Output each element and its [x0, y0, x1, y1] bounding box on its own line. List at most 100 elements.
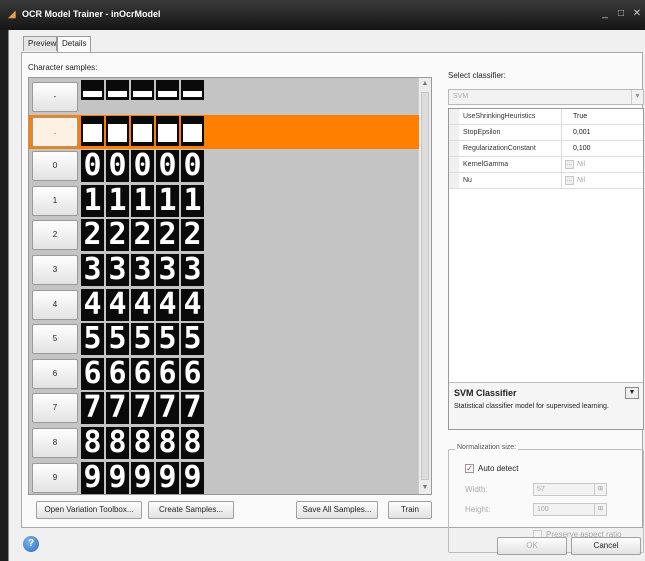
sample-row-button[interactable]: 7 — [32, 393, 78, 424]
character-sample-image[interactable]: 1 — [156, 184, 179, 217]
character-sample-image[interactable]: 8 — [131, 427, 154, 459]
character-sample-image[interactable]: 8 — [156, 427, 179, 459]
character-sample-image[interactable]: 1 — [131, 184, 154, 217]
character-sample-image[interactable]: 0 — [106, 150, 129, 183]
character-sample-image[interactable]: 3 — [156, 254, 179, 286]
samples-scrollbar[interactable]: ▲ ▼ — [418, 78, 431, 494]
sample-row[interactable]: 111111 — [29, 184, 419, 218]
character-sample-image[interactable]: 4 — [131, 288, 154, 321]
character-sample-image[interactable]: 4 — [106, 288, 129, 321]
sample-row[interactable]: . — [29, 114, 419, 149]
sample-row-button[interactable]: 0 — [32, 151, 78, 182]
character-sample-image[interactable]: 6 — [81, 357, 104, 390]
character-sample-image[interactable]: 8 — [181, 427, 204, 459]
character-sample-image[interactable]: 6 — [131, 357, 154, 390]
character-sample-image[interactable]: 2 — [81, 219, 104, 252]
ellipsis-icon[interactable]: … — [565, 176, 574, 185]
sample-row-button[interactable]: 6 — [32, 358, 78, 389]
character-sample-image[interactable] — [106, 80, 129, 100]
sample-row[interactable]: 555555 — [29, 322, 419, 356]
sample-row[interactable]: 444444 — [29, 288, 419, 322]
character-sample-image[interactable]: 4 — [156, 288, 179, 321]
character-sample-image[interactable]: 9 — [181, 461, 204, 494]
character-sample-image[interactable]: 4 — [81, 288, 104, 321]
minimize-button[interactable]: _ — [598, 7, 612, 21]
sample-row-button[interactable]: 9 — [32, 462, 78, 493]
character-sample-image[interactable]: 1 — [106, 184, 129, 217]
character-sample-image[interactable]: 6 — [106, 357, 129, 390]
character-sample-image[interactable] — [131, 80, 154, 100]
property-row[interactable]: UseShrinkingHeuristics True — [449, 109, 643, 125]
sample-row[interactable]: 333333 — [29, 253, 419, 287]
character-sample-image[interactable]: 3 — [181, 254, 204, 286]
sample-row-button[interactable]: 1 — [32, 185, 78, 216]
sample-row[interactable]: 999999 — [29, 461, 419, 494]
character-sample-image[interactable]: 8 — [106, 427, 129, 459]
maximize-button[interactable]: □ — [614, 7, 628, 21]
scroll-up-icon[interactable]: ▲ — [419, 78, 431, 90]
character-sample-image[interactable]: 3 — [131, 254, 154, 286]
character-samples-list[interactable]: ▲ ▼ -.0000001111112222223333334444445555… — [28, 77, 432, 495]
sample-row[interactable]: 000000 — [29, 149, 419, 183]
character-sample-image[interactable]: 9 — [131, 461, 154, 494]
character-sample-image[interactable]: 7 — [156, 392, 179, 425]
character-sample-image[interactable]: 5 — [181, 323, 204, 356]
property-row[interactable]: Nu … Nil — [449, 173, 643, 189]
character-sample-image[interactable]: 2 — [156, 219, 179, 252]
sample-row-button[interactable]: - — [32, 82, 78, 112]
character-sample-image[interactable] — [156, 115, 179, 146]
property-value[interactable]: Nil — [577, 161, 585, 168]
character-sample-image[interactable]: 3 — [106, 254, 129, 286]
tab-preview[interactable]: Preview — [23, 36, 57, 51]
save-all-samples-button[interactable]: Save All Samples... — [296, 501, 378, 519]
character-sample-image[interactable]: 5 — [131, 323, 154, 356]
sample-row[interactable]: - — [29, 80, 419, 114]
character-sample-image[interactable]: 5 — [81, 323, 104, 356]
character-sample-image[interactable] — [106, 115, 129, 146]
sample-row[interactable]: 777777 — [29, 391, 419, 425]
scroll-thumb[interactable] — [421, 92, 429, 480]
character-sample-image[interactable]: 5 — [156, 323, 179, 356]
character-sample-image[interactable]: 6 — [156, 357, 179, 390]
character-sample-image[interactable]: 0 — [181, 150, 204, 183]
sample-row-button[interactable]: 2 — [32, 220, 78, 251]
scroll-down-icon[interactable]: ▼ — [419, 482, 431, 494]
sample-row-button[interactable]: 8 — [32, 428, 78, 458]
create-samples-button[interactable]: Create Samples... — [148, 501, 234, 519]
character-sample-image[interactable]: 2 — [181, 219, 204, 252]
property-row[interactable]: RegularizationConstant 0,100 — [449, 141, 643, 157]
property-value[interactable]: Nil — [577, 177, 585, 184]
character-sample-image[interactable] — [181, 115, 204, 146]
character-sample-image[interactable]: 4 — [181, 288, 204, 321]
character-sample-image[interactable] — [181, 80, 204, 100]
character-sample-image[interactable]: 3 — [81, 254, 104, 286]
character-sample-image[interactable]: 6 — [181, 357, 204, 390]
chevron-down-icon[interactable]: ▼ — [631, 90, 643, 104]
character-sample-image[interactable] — [81, 115, 104, 146]
character-sample-image[interactable] — [131, 115, 154, 146]
ellipsis-icon[interactable]: … — [565, 160, 574, 169]
character-sample-image[interactable]: 5 — [106, 323, 129, 356]
spinner-icon[interactable]: ⊞ — [594, 484, 606, 495]
property-row[interactable]: StopEpsilon 0,001 — [449, 125, 643, 141]
auto-detect-checkbox[interactable]: ✓ — [465, 464, 474, 473]
character-sample-image[interactable]: 8 — [81, 427, 104, 459]
classifier-select[interactable]: SVM ▼ — [448, 89, 644, 105]
character-sample-image[interactable]: 9 — [106, 461, 129, 494]
character-sample-image[interactable]: 7 — [131, 392, 154, 425]
sample-row[interactable]: 222222 — [29, 218, 419, 252]
character-sample-image[interactable]: 9 — [81, 461, 104, 494]
spinner-icon[interactable]: ⊞ — [594, 504, 606, 515]
train-button[interactable]: Train — [388, 501, 432, 519]
sample-row-button[interactable]: 5 — [32, 324, 78, 355]
sample-row[interactable]: 666666 — [29, 357, 419, 391]
tab-details[interactable]: Details — [57, 36, 91, 52]
property-value[interactable]: 0,100 — [573, 145, 591, 152]
sample-row-button[interactable]: . — [32, 116, 78, 147]
description-dropdown-icon[interactable]: ▼ — [625, 387, 639, 399]
open-variation-toolbox-button[interactable]: Open Variation Toolbox... — [36, 501, 142, 519]
cancel-button[interactable]: Cancel — [571, 537, 641, 555]
character-sample-image[interactable]: 0 — [131, 150, 154, 183]
character-sample-image[interactable]: 9 — [156, 461, 179, 494]
sample-row[interactable]: 888888 — [29, 426, 419, 460]
